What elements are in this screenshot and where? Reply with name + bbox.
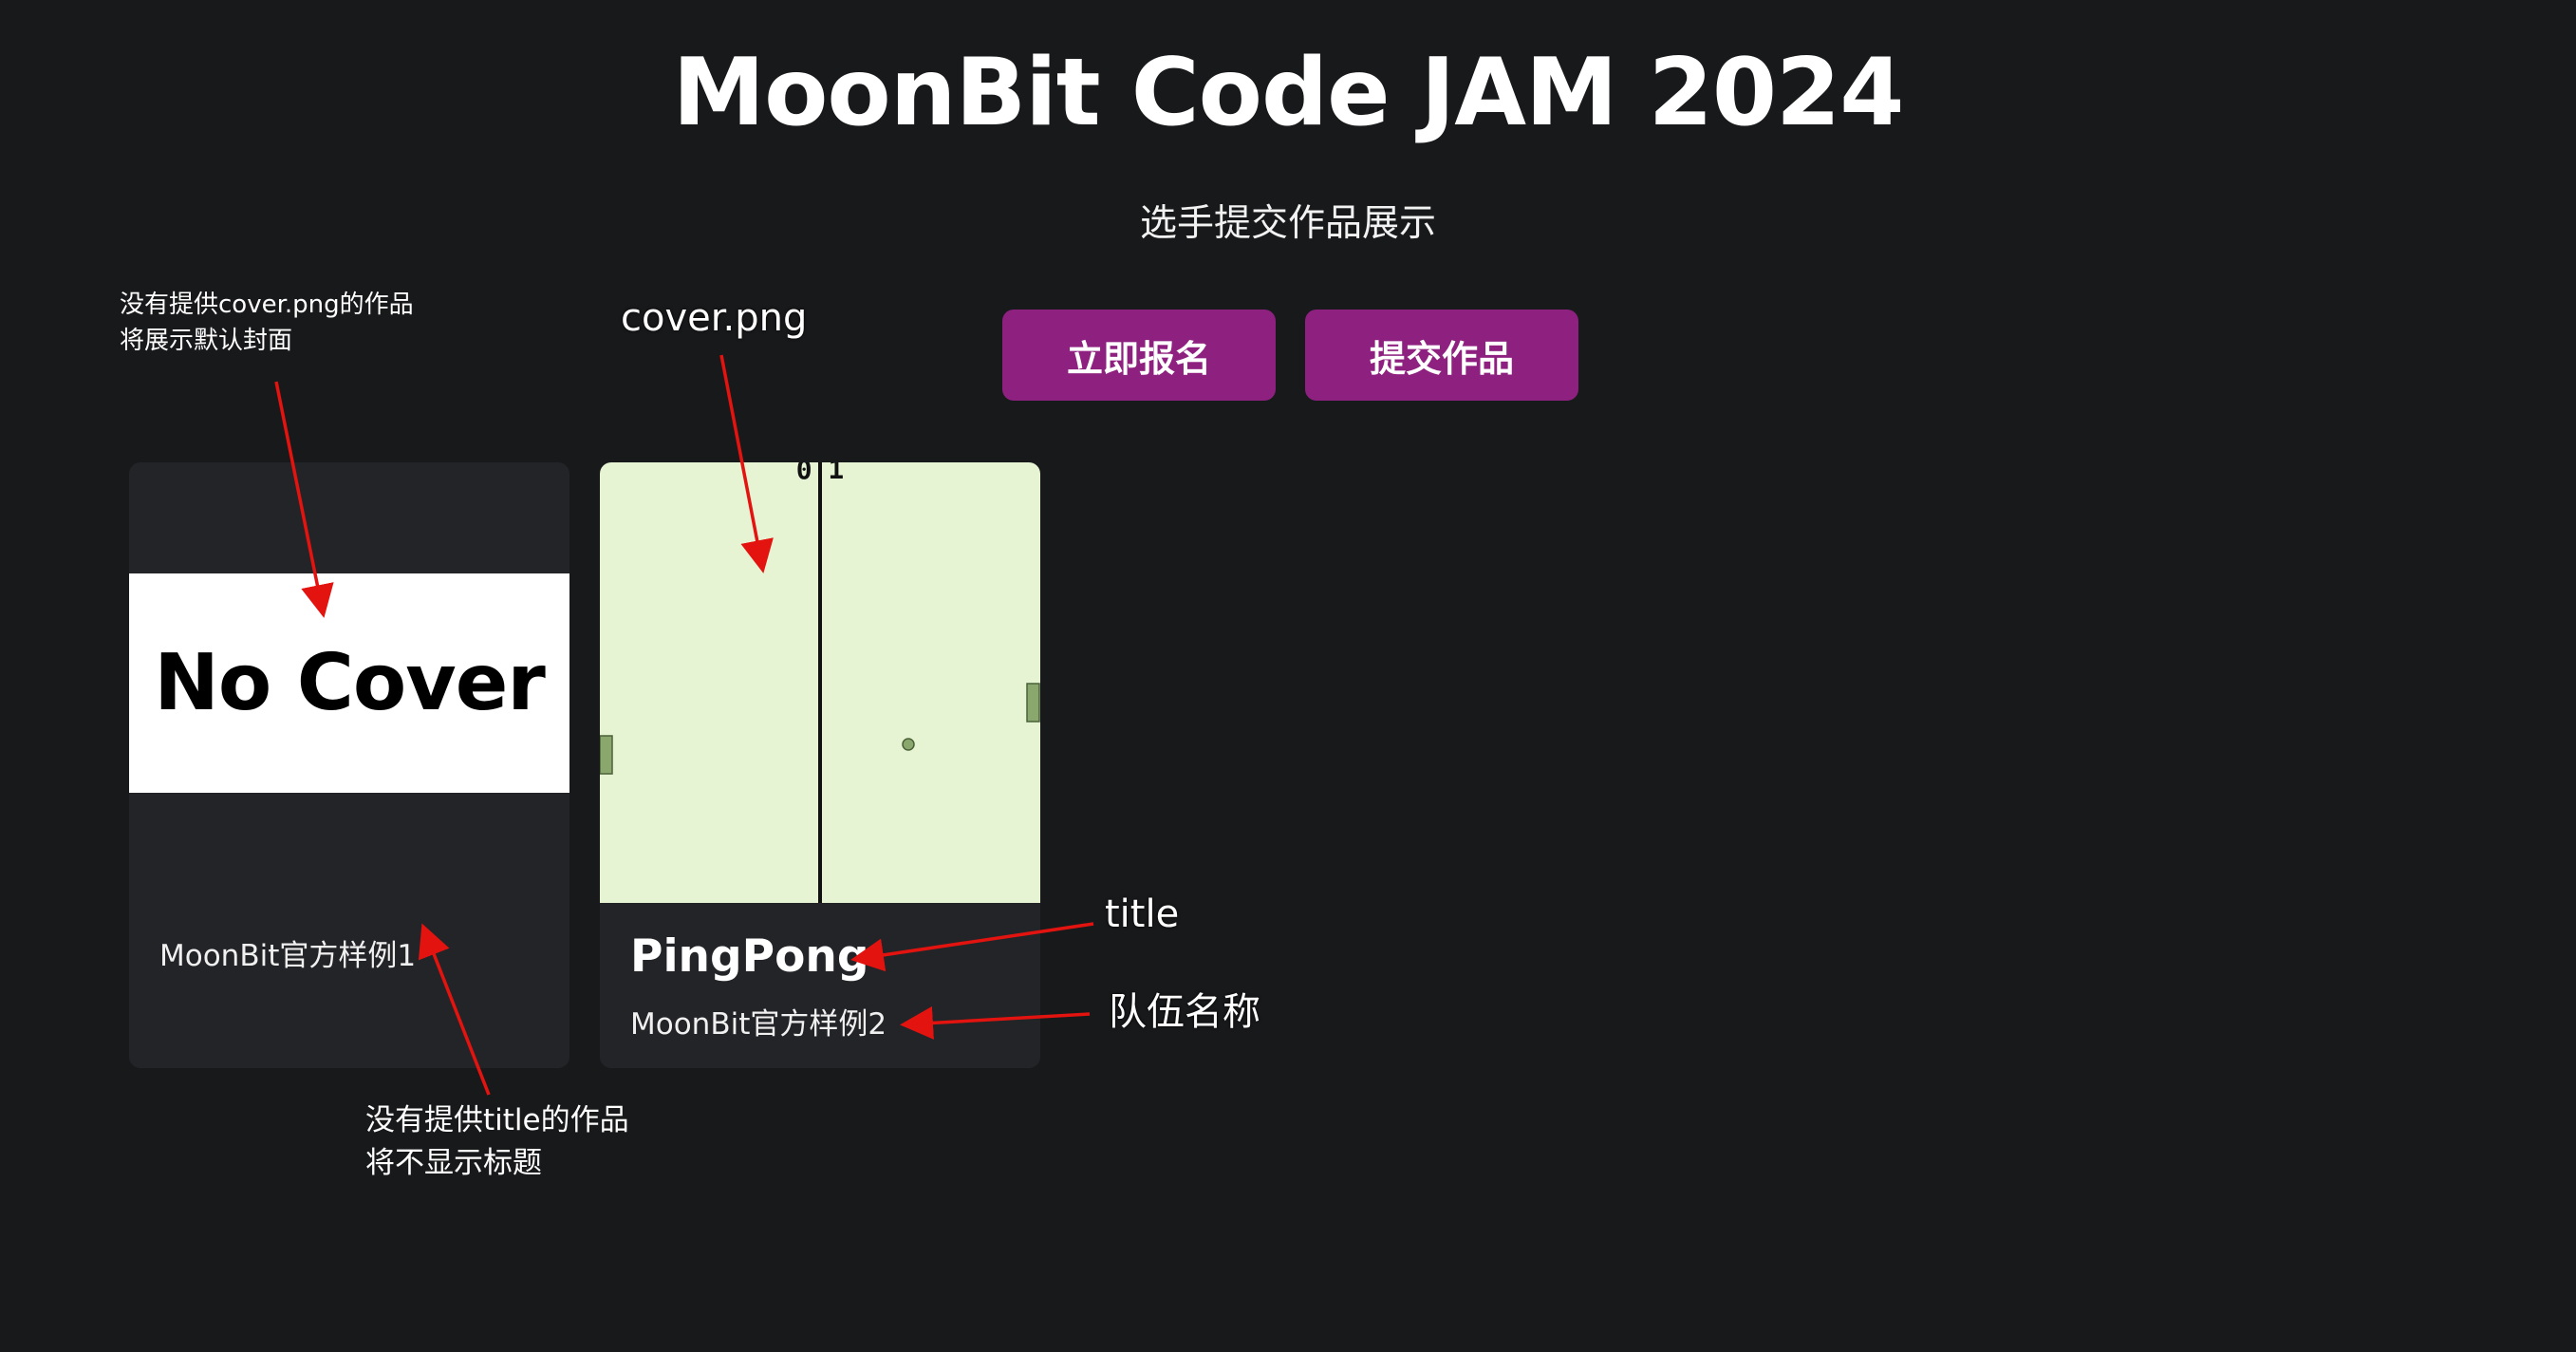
register-button[interactable]: 立即报名 — [1002, 310, 1276, 401]
project-card[interactable]: 0 1 PingPong MoonBit官方样例2 — [600, 462, 1040, 1068]
annotation-no-title-line2: 将不显示标题 — [365, 1145, 542, 1180]
submit-work-button[interactable]: 提交作品 — [1305, 310, 1578, 401]
scoreboard: 0 1 — [796, 462, 845, 485]
page-subtitle: 选手提交作品展示 — [1139, 202, 1436, 245]
team-name: MoonBit官方样例1 — [159, 939, 417, 973]
project-cover-image: 0 1 — [600, 462, 1040, 903]
annotation-no-cover-line1: 没有提供cover.png的作品 — [120, 291, 414, 319]
annotation-title: title — [1105, 892, 1180, 936]
left-paddle — [600, 735, 613, 775]
page-title: MoonBit Code JAM 2024 — [672, 39, 1905, 147]
team-name: MoonBit官方样例2 — [630, 1007, 887, 1042]
right-paddle — [1026, 683, 1040, 723]
annotation-cover-png: cover.png — [621, 296, 808, 340]
annotation-no-cover-line2: 将展示默认封面 — [120, 326, 293, 355]
project-title: PingPong — [630, 930, 869, 983]
annotation-no-title: 没有提供title的作品 将不显示标题 — [365, 1099, 629, 1185]
annotation-team-name: 队伍名称 — [1109, 990, 1260, 1034]
default-cover: No Cover — [129, 573, 569, 793]
project-card[interactable]: No Cover MoonBit官方样例1 — [129, 462, 569, 1068]
ball — [902, 738, 915, 751]
annotation-no-title-line1: 没有提供title的作品 — [365, 1103, 629, 1137]
annotation-no-cover: 没有提供cover.png的作品 将展示默认封面 — [120, 288, 414, 359]
center-line — [818, 462, 822, 903]
